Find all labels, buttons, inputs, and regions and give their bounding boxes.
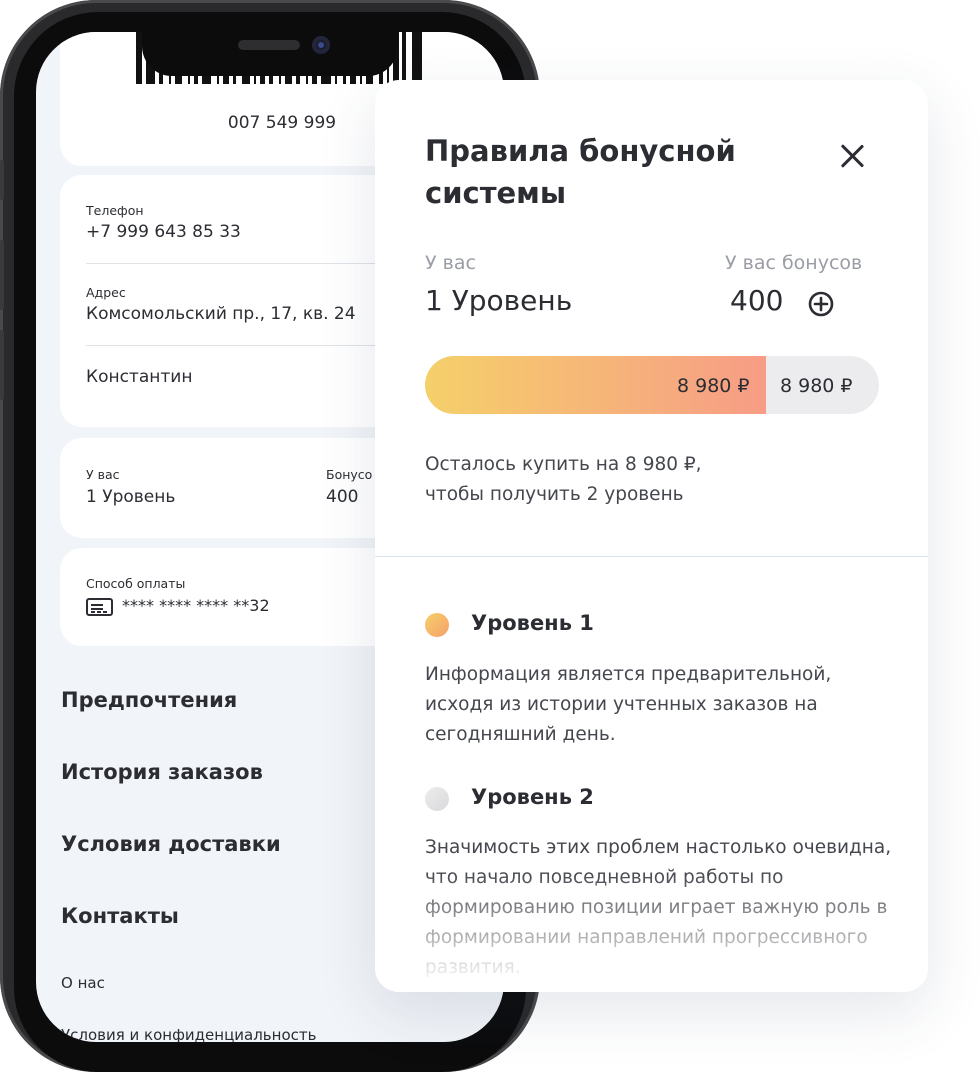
bonus-value: 400: [730, 284, 784, 317]
level-2-description: Значимость этих проблем настолько очевид…: [425, 837, 892, 978]
menu-order-history[interactable]: История заказов: [61, 760, 263, 784]
level-label: У вас: [425, 252, 476, 274]
level-1-description: Информация является предварительной, исх…: [425, 664, 832, 745]
bonus-label: Бонусо: [326, 467, 373, 482]
credit-card-icon: [86, 598, 113, 616]
bonus-rules-modal: Правила бонусной системы У вас 1 Уровень…: [375, 80, 928, 992]
level-1-dot-icon: [425, 613, 449, 637]
level-1-title: Уровень 1: [471, 611, 594, 635]
speaker-icon: [238, 40, 300, 50]
modal-title: Правила бонусной системы: [425, 134, 736, 210]
close-icon[interactable]: [837, 140, 867, 170]
payment-label: Способ оплаты: [86, 576, 186, 591]
progress-remaining-amount: 8 980 ₽: [780, 375, 853, 397]
remaining-purchase-text: Осталось купить на 8 980 ₽, чтобы получи…: [425, 450, 825, 510]
menu-about[interactable]: О нас: [61, 974, 105, 992]
phone-volume-up: [0, 240, 4, 310]
plus-circle-icon[interactable]: [806, 289, 836, 319]
level-value: 1 Уровень: [425, 284, 573, 317]
address-value[interactable]: Комсомольский пр., 17, кв. 24: [86, 304, 356, 324]
level-2-title: Уровень 2: [471, 785, 594, 809]
bonus-value: 400: [326, 487, 359, 507]
phone-notch: [142, 24, 398, 76]
camera-icon: [312, 36, 330, 54]
menu-privacy[interactable]: Условия и конфиденциальность: [61, 1026, 316, 1042]
bonus-label: У вас бонусов: [725, 252, 863, 274]
phone-value[interactable]: +7 999 643 85 33: [86, 222, 241, 242]
menu-preferences[interactable]: Предпочтения: [61, 688, 237, 712]
level-2-dot-icon: [425, 787, 449, 811]
level-value: 1 Уровень: [86, 487, 176, 507]
address-label: Адрес: [86, 285, 126, 300]
level-label: У вас: [86, 467, 120, 482]
progress-filled-amount: 8 980 ₽: [677, 375, 750, 397]
remaining-line-1: Осталось купить на 8 980 ₽,: [425, 454, 702, 475]
phone-label: Телефон: [86, 203, 144, 218]
menu-contacts[interactable]: Контакты: [61, 904, 179, 928]
divider: [375, 556, 928, 557]
phone-volume-down: [0, 330, 4, 400]
menu-delivery-terms[interactable]: Условия доставки: [61, 832, 281, 856]
name-value[interactable]: Константин: [86, 367, 192, 387]
phone-side-button: [0, 160, 4, 200]
payment-value: **** **** **** **32: [122, 596, 270, 615]
level-progress-bar: 8 980 ₽ 8 980 ₽: [425, 356, 879, 414]
remaining-line-2: чтобы получить 2 уровень: [425, 484, 684, 505]
